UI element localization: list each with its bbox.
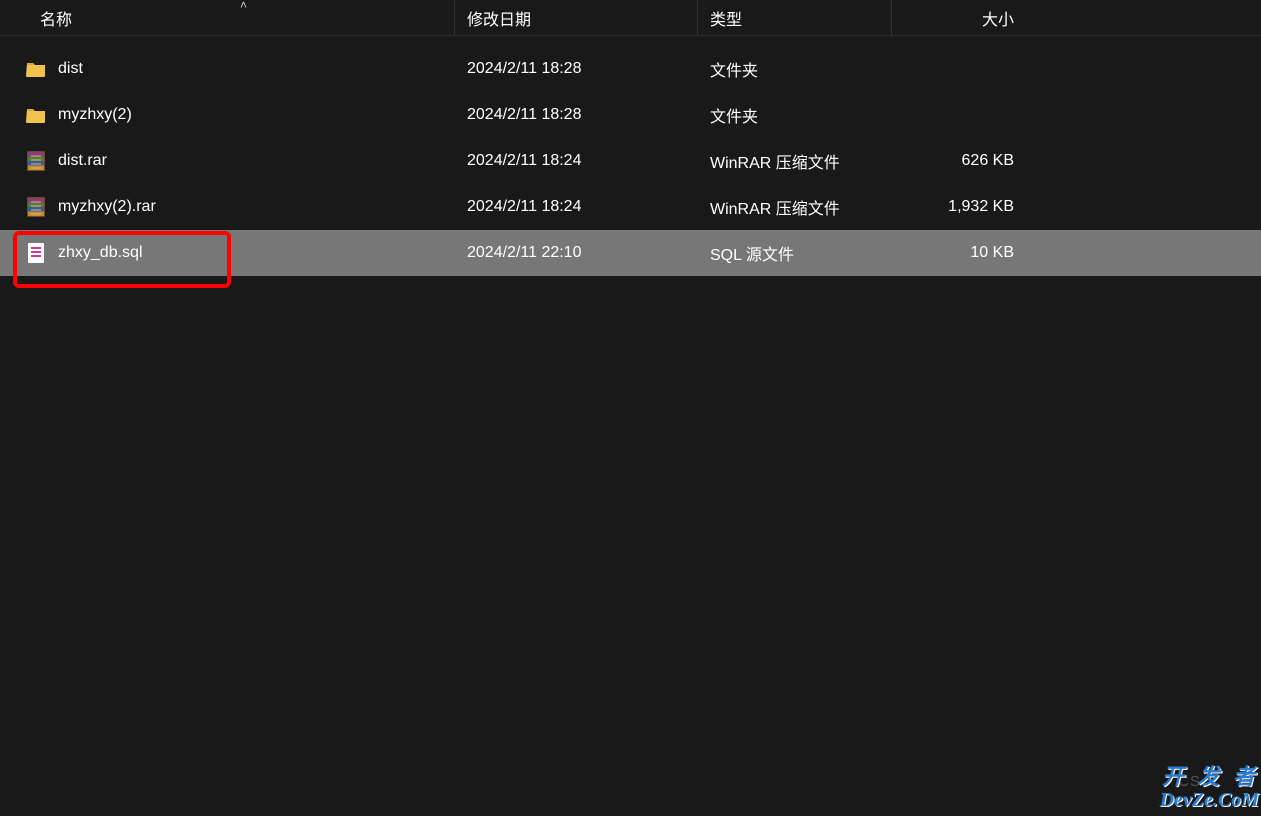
file-list: dist 2024/2/11 18:28 文件夹 myzhxy(2) 2024/… [0,36,1261,276]
file-row[interactable]: myzhxy(2) 2024/2/11 18:28 文件夹 [0,92,1261,138]
sql-file-icon [26,243,46,263]
column-header-type-label: 类型 [710,6,742,30]
file-row[interactable]: dist 2024/2/11 18:28 文件夹 [0,46,1261,92]
column-header-date-label: 修改日期 [467,6,531,30]
file-size: 1,932 KB [948,198,1014,216]
column-header-size[interactable]: 大小 [892,0,1032,35]
column-header-name[interactable]: 名称 ˄ [0,0,455,35]
file-type: 文件夹 [710,103,758,127]
file-date: 2024/2/11 18:24 [467,198,581,216]
column-header-size-label: 大小 [982,6,1014,30]
file-name: myzhxy(2).rar [58,198,156,216]
file-type: 文件夹 [710,57,758,81]
file-date: 2024/2/11 18:28 [467,106,581,124]
column-header-name-label: 名称 [40,6,72,30]
file-date: 2024/2/11 18:24 [467,152,581,170]
file-name: myzhxy(2) [58,106,132,124]
file-row[interactable]: dist.rar 2024/2/11 18:24 WinRAR 压缩文件 626… [0,138,1261,184]
rar-archive-icon [26,197,46,217]
folder-icon [26,59,46,79]
file-size: 626 KB [962,152,1014,170]
column-header-type[interactable]: 类型 [698,0,892,35]
file-type: WinRAR 压缩文件 [710,149,840,173]
file-date: 2024/2/11 18:28 [467,60,581,78]
file-date: 2024/2/11 22:10 [467,244,581,262]
file-type: SQL 源文件 [710,241,794,265]
file-size: 10 KB [970,244,1014,262]
file-type: WinRAR 压缩文件 [710,195,840,219]
column-header-row: 名称 ˄ 修改日期 类型 大小 [0,0,1261,36]
watermark: 开 发 者 DevZe.CoM [1160,764,1259,812]
column-header-date[interactable]: 修改日期 [455,0,698,35]
watermark-line1: 开 发 者 [1160,764,1259,789]
rar-archive-icon [26,151,46,171]
folder-icon [26,105,46,125]
file-row[interactable]: myzhxy(2).rar 2024/2/11 18:24 WinRAR 压缩文… [0,184,1261,230]
watermark-line2: DevZe.CoM [1160,789,1259,812]
file-name: dist.rar [58,152,107,170]
file-row[interactable]: zhxy_db.sql 2024/2/11 22:10 SQL 源文件 10 K… [0,230,1261,276]
file-name: dist [58,60,83,78]
sort-ascending-icon: ˄ [240,0,247,12]
file-name: zhxy_db.sql [58,244,143,262]
